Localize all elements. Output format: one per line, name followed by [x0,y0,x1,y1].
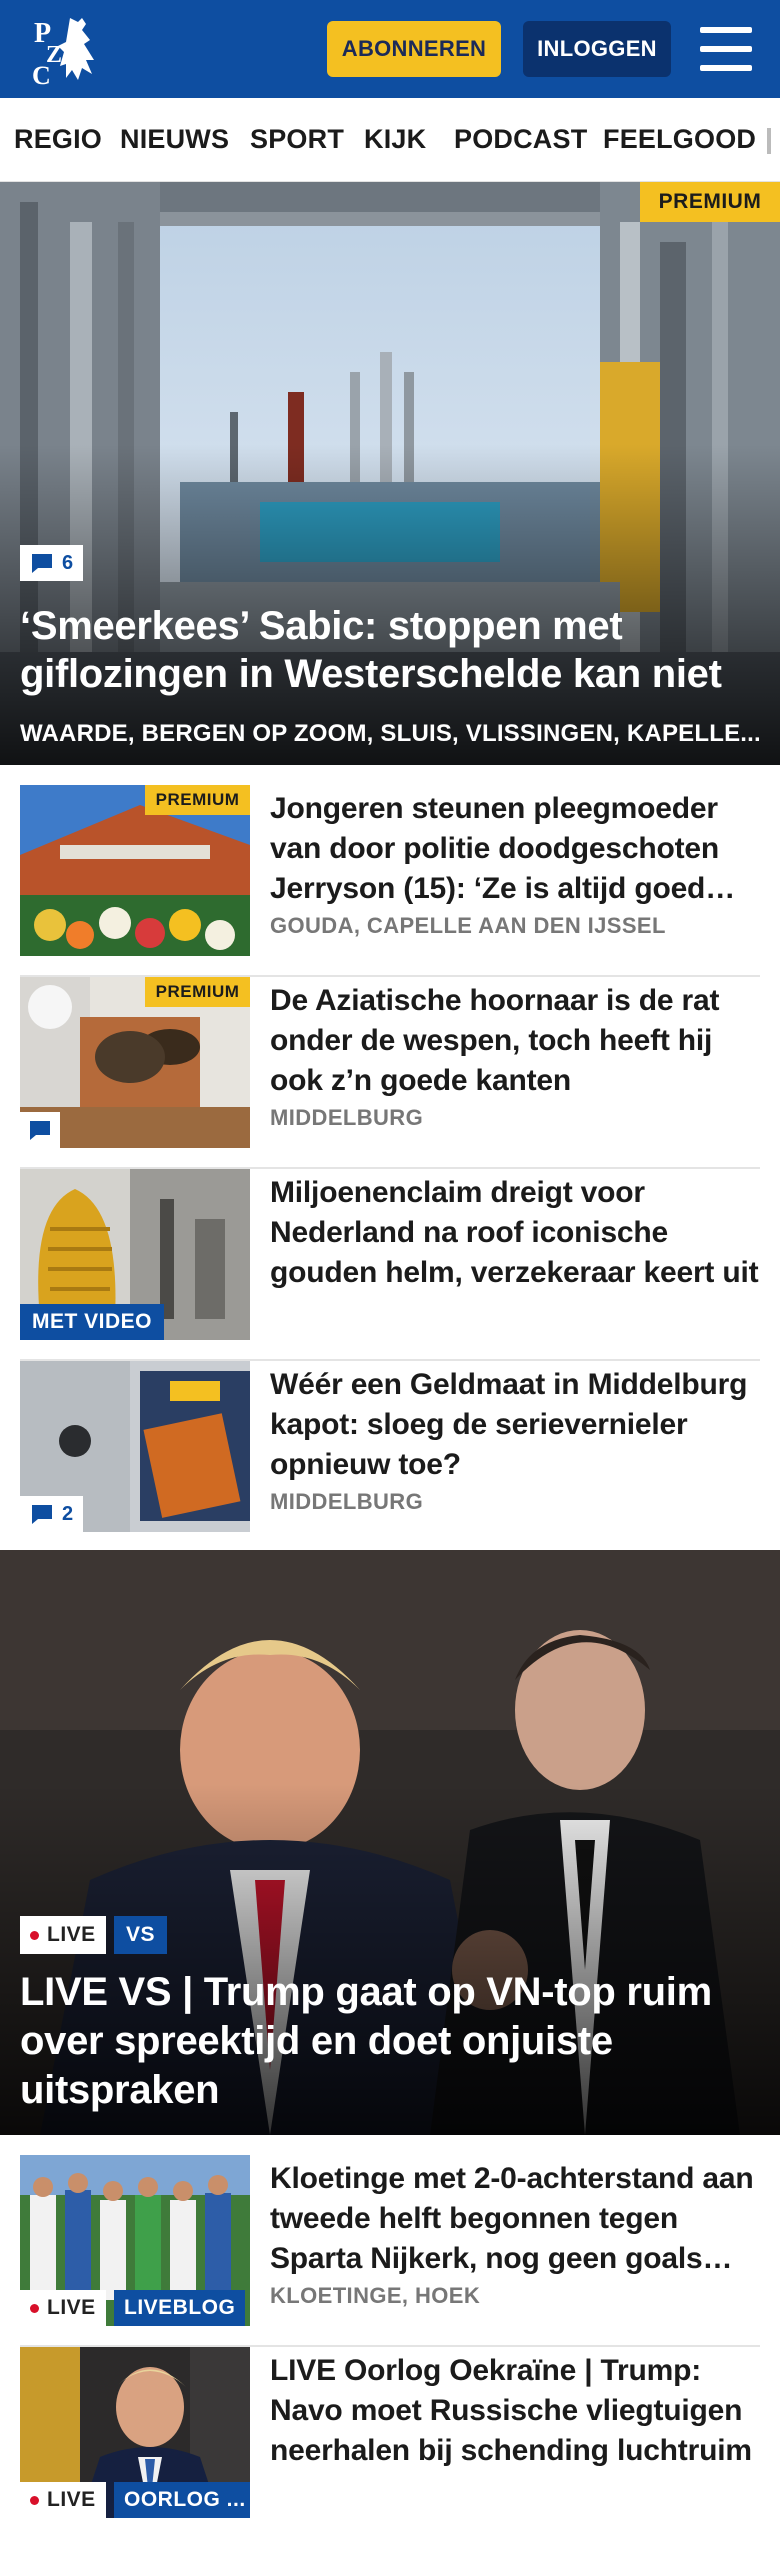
live-badge: LIVE [20,1916,106,1954]
article-thumbnail: PREMIUM [20,977,250,1148]
section-nav: REGIO NIEUWS SPORT KIJK PODCAST FEELGOOD [0,98,780,182]
live-hero-title[interactable]: LIVE VS | Trump gaat op VN-top ruim over… [20,1968,770,2115]
article-thumbnail: LIVE OORLOG ... [20,2347,250,2518]
nav-overflow-indicator [767,128,771,154]
nav-item-nieuws[interactable]: NIEUWS [120,124,229,155]
article-card[interactable]: PREMIUM Jongeren steunen pleegmoeder van… [20,785,760,977]
subscribe-button[interactable]: ABONNEREN [327,21,501,77]
premium-badge: PREMIUM [145,977,250,1007]
hero-locations: WAARDE, BERGEN OP ZOOM, SLUIS, VLISSINGE… [20,720,761,747]
topic-tag: OORLOG ... [114,2482,250,2518]
article-card[interactable]: 2 Wéér een Geldmaat in Middelburg kapot:… [20,1361,760,1553]
premium-badge: PREMIUM [640,182,780,222]
nav-item-kijk[interactable]: KIJK [364,124,426,155]
login-button[interactable]: INLOGGEN [523,21,671,77]
premium-badge: PREMIUM [145,785,250,815]
pzc-logo[interactable]: P Z C [26,12,116,90]
article-thumbnail: 2 [20,1361,250,1532]
comment-icon [32,1505,52,1524]
nav-item-sport[interactable]: SPORT [250,124,344,155]
comment-count: 6 [20,545,84,581]
nav-item-regio[interactable]: REGIO [14,124,102,155]
live-dot-icon [30,2303,39,2313]
article-location: MIDDELBURG [270,1105,424,1130]
live-badge-label: LIVE [47,2296,96,2319]
nav-item-feelgood[interactable]: FEELGOOD [603,124,756,155]
live-article-card[interactable]: LIVE LIVEBLOG Kloetinge met 2-0-achterst… [20,2155,760,2347]
comment-count: 2 [20,1496,84,1532]
live-badge: LIVE [20,2290,106,2326]
nav-item-podcast[interactable]: PODCAST [454,124,587,155]
article-title[interactable]: De Aziatische hoornaar is de rat onder d… [270,981,760,1101]
menu-icon[interactable] [700,27,752,71]
comment-count-value: 2 [62,1502,74,1525]
hero-title[interactable]: ‘Smeerkees’ Sabic: stoppen met giflozing… [20,602,770,698]
article-title[interactable]: Jongeren steunen pleegmoeder van door po… [270,789,760,909]
svg-text:C: C [32,61,51,88]
live-badge-label: LIVE [47,2488,96,2511]
comment-indicator [20,1112,60,1148]
live-hero-article[interactable]: LIVE VS LIVE VS | Trump gaat op VN-top r… [0,1550,780,2135]
article-location: GOUDA, CAPELLE AAN DEN IJSSEL [270,913,666,938]
article-thumbnail: MET VIDEO [20,1169,250,1340]
article-card[interactable]: MET VIDEO Miljoenenclaim dreigt voor Ned… [20,1169,760,1361]
video-label: MET VIDEO [20,1304,165,1340]
article-thumbnail: PREMIUM [20,785,250,956]
article-card[interactable]: PREMIUM De Aziatische hoornaar is de rat… [20,977,760,1169]
comment-icon [32,554,52,573]
article-location: MIDDELBURG [270,1489,424,1514]
comment-icon [30,1121,50,1140]
live-badge-label: LIVE [47,1923,96,1946]
topic-tag: LIVEBLOG [114,2290,246,2326]
article-title[interactable]: Kloetinge met 2-0-achterstand aan tweede… [270,2159,760,2279]
comment-count-value: 6 [62,551,74,574]
site-header: P Z C ABONNEREN INLOGGEN [0,0,780,98]
article-title[interactable]: LIVE Oorlog Oekraïne | Trump: Navo moet … [270,2351,760,2471]
article-thumbnail: LIVE LIVEBLOG [20,2155,250,2326]
article-title[interactable]: Miljoenenclaim dreigt voor Nederland na … [270,1173,760,1293]
article-location: KLOETINGE, HOEK [270,2283,481,2308]
article-title[interactable]: Wéér een Geldmaat in Middelburg kapot: s… [270,1365,760,1485]
live-dot-icon [30,2495,39,2505]
live-badge: LIVE [20,2482,106,2518]
live-dot-icon [30,1930,39,1940]
live-article-card[interactable]: LIVE OORLOG ... LIVE Oorlog Oekraïne | T… [20,2347,760,2539]
topic-tag: VS [114,1916,168,1954]
hero-article[interactable]: PREMIUM 6 ‘Smeerkees’ Sabic: stoppen met… [0,182,780,765]
